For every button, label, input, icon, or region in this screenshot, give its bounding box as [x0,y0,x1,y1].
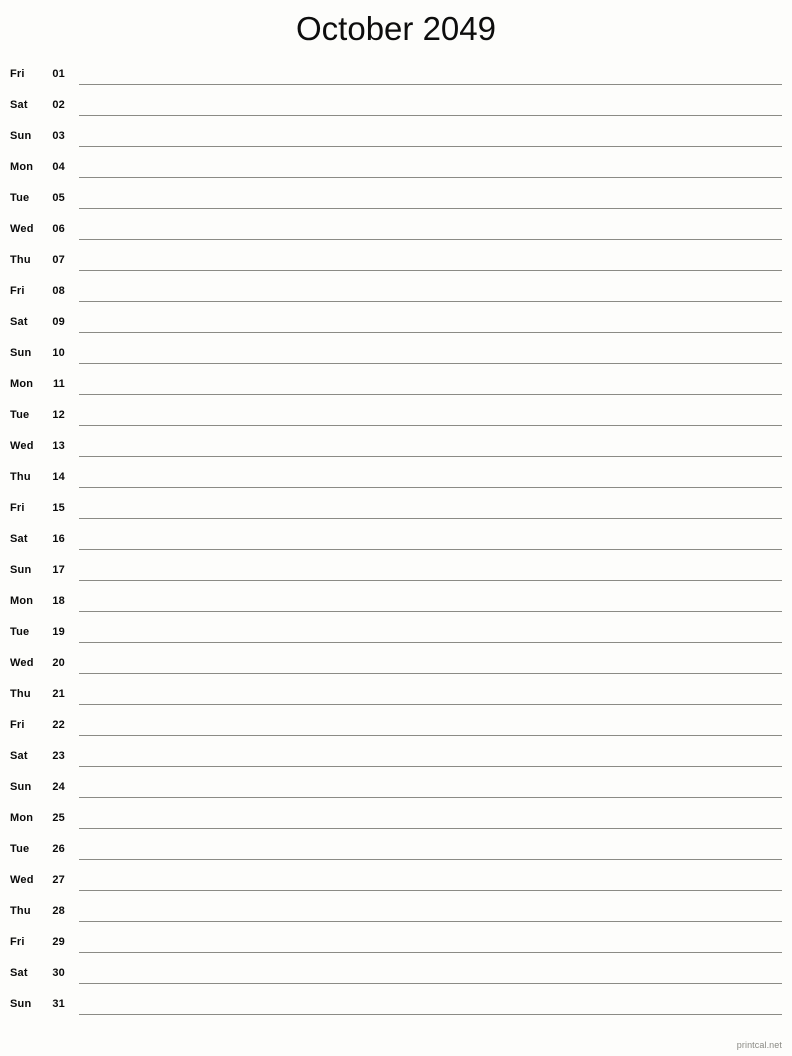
day-note-writing-line[interactable] [79,921,782,922]
calendar-day-row[interactable]: Wed 13 [0,435,792,466]
day-note-writing-line[interactable] [79,394,782,395]
day-number-label: 26 [52,843,65,855]
day-number-label: 25 [52,812,65,824]
day-note-writing-line[interactable] [79,828,782,829]
day-number-label: 06 [52,223,65,235]
day-number-label: 07 [52,254,65,266]
day-number-label: 15 [52,502,65,514]
calendar-day-row[interactable]: Tue 19 [0,621,792,652]
calendar-day-row[interactable]: Wed 27 [0,869,792,900]
calendar-day-row[interactable]: Sun 31 [0,993,792,1024]
calendar-day-row[interactable]: Fri 22 [0,714,792,745]
day-number-label: 03 [52,130,65,142]
day-number-label: 24 [52,781,65,793]
calendar-day-row[interactable]: Wed 06 [0,218,792,249]
calendar-day-row[interactable]: Tue 26 [0,838,792,869]
day-number-label: 22 [52,719,65,731]
day-number-label: 19 [52,626,65,638]
calendar-day-row[interactable]: Sat 30 [0,962,792,993]
day-note-writing-line[interactable] [79,332,782,333]
day-note-writing-line[interactable] [79,270,782,271]
day-number-label: 29 [52,936,65,948]
calendar-day-row[interactable]: Fri 08 [0,280,792,311]
day-number-label: 27 [52,874,65,886]
day-note-writing-line[interactable] [79,177,782,178]
calendar-day-row[interactable]: Sun 10 [0,342,792,373]
calendar-day-row[interactable]: Sun 17 [0,559,792,590]
day-note-writing-line[interactable] [79,549,782,550]
calendar-day-row[interactable]: Sat 02 [0,94,792,125]
day-note-writing-line[interactable] [79,363,782,364]
day-note-writing-line[interactable] [79,952,782,953]
day-note-writing-line[interactable] [79,115,782,116]
day-note-writing-line[interactable] [79,301,782,302]
day-note-writing-line[interactable] [79,208,782,209]
calendar-day-row[interactable]: Thu 21 [0,683,792,714]
day-note-writing-line[interactable] [79,890,782,891]
day-note-writing-line[interactable] [79,859,782,860]
day-note-writing-line[interactable] [79,487,782,488]
footer-credit: printcal.net [736,1040,782,1050]
day-number-label: 28 [52,905,65,917]
day-number-label: 18 [52,595,65,607]
calendar-day-row[interactable]: Sun 03 [0,125,792,156]
day-note-writing-line[interactable] [79,84,782,85]
calendar-page: October 2049 Fri 01 Sat 02 Sun 03 Mon 04 Tue 05 We… [0,0,792,1056]
day-number-label: 02 [52,99,65,111]
calendar-day-row[interactable]: Thu 28 [0,900,792,931]
calendar-day-row[interactable]: Wed 20 [0,652,792,683]
page-title: October 2049 [296,10,496,47]
day-note-writing-line[interactable] [79,425,782,426]
day-number-label: 01 [52,68,65,80]
day-number-label: 21 [52,688,65,700]
day-number-label: 05 [52,192,65,204]
day-note-writing-line[interactable] [79,735,782,736]
day-number-label: 23 [52,750,65,762]
calendar-day-list: Fri 01 Sat 02 Sun 03 Mon 04 Tue 05 Wed 06 Thu 07 Fri 08… [0,63,792,1024]
calendar-day-row[interactable]: Sat 16 [0,528,792,559]
calendar-day-row[interactable]: Thu 14 [0,466,792,497]
day-note-writing-line[interactable] [79,146,782,147]
calendar-day-row[interactable]: Fri 01 [0,63,792,94]
calendar-day-row[interactable]: Thu 07 [0,249,792,280]
day-number-label: 30 [52,967,65,979]
calendar-day-row[interactable]: Fri 15 [0,497,792,528]
calendar-day-row[interactable]: Sat 23 [0,745,792,776]
calendar-day-row[interactable]: Sun 24 [0,776,792,807]
day-note-writing-line[interactable] [79,673,782,674]
day-number-label: 20 [52,657,65,669]
day-number-label: 11 [52,378,65,390]
day-number-label: 08 [52,285,65,297]
calendar-day-row[interactable]: Sat 09 [0,311,792,342]
day-note-writing-line[interactable] [79,983,782,984]
day-note-writing-line[interactable] [79,797,782,798]
day-number-label: 16 [52,533,65,545]
calendar-day-row[interactable]: Mon 11 [0,373,792,404]
calendar-day-row[interactable]: Tue 05 [0,187,792,218]
day-number-label: 10 [52,347,65,359]
day-note-writing-line[interactable] [79,611,782,612]
day-number-label: 17 [52,564,65,576]
calendar-day-row[interactable]: Fri 29 [0,931,792,962]
day-number-label: 04 [52,161,65,173]
day-note-writing-line[interactable] [79,1014,782,1015]
day-note-writing-line[interactable] [79,704,782,705]
day-note-writing-line[interactable] [79,456,782,457]
day-note-writing-line[interactable] [79,580,782,581]
day-note-writing-line[interactable] [79,518,782,519]
day-number-label: 13 [52,440,65,452]
calendar-day-row[interactable]: Mon 18 [0,590,792,621]
day-note-writing-line[interactable] [79,239,782,240]
day-note-writing-line[interactable] [79,766,782,767]
calendar-day-row[interactable]: Mon 25 [0,807,792,838]
day-number-label: 31 [52,998,65,1010]
day-note-writing-line[interactable] [79,642,782,643]
calendar-day-row[interactable]: Mon 04 [0,156,792,187]
day-number-label: 12 [52,409,65,421]
calendar-day-row[interactable]: Tue 12 [0,404,792,435]
day-number-label: 14 [52,471,65,483]
day-number-label: 09 [52,316,65,328]
